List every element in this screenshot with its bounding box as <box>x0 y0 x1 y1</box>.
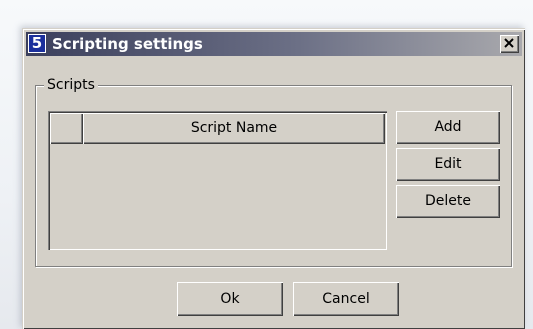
column-header-script-name[interactable]: Script Name <box>83 113 385 144</box>
ok-button[interactable]: Ok <box>177 282 283 316</box>
cancel-button[interactable]: Cancel <box>293 282 399 316</box>
list-header: Script Name <box>50 113 385 144</box>
scripts-groupbox: Scripts Script Name Add Edit Delete <box>35 76 512 267</box>
close-icon <box>504 38 514 48</box>
scripts-list[interactable]: Script Name <box>48 111 387 250</box>
add-button[interactable]: Add <box>396 111 500 144</box>
scripting-settings-dialog: 5 Scripting settings Scripts Script Name… <box>22 28 525 329</box>
column-header-check[interactable] <box>50 113 83 144</box>
app-icon: 5 <box>28 34 46 53</box>
scripts-group-label: Scripts <box>44 76 98 94</box>
delete-button[interactable]: Delete <box>396 185 500 218</box>
title-bar[interactable]: 5 Scripting settings <box>26 32 522 56</box>
close-button[interactable] <box>500 35 519 53</box>
edit-button[interactable]: Edit <box>396 148 500 181</box>
window-title: Scripting settings <box>52 35 203 53</box>
